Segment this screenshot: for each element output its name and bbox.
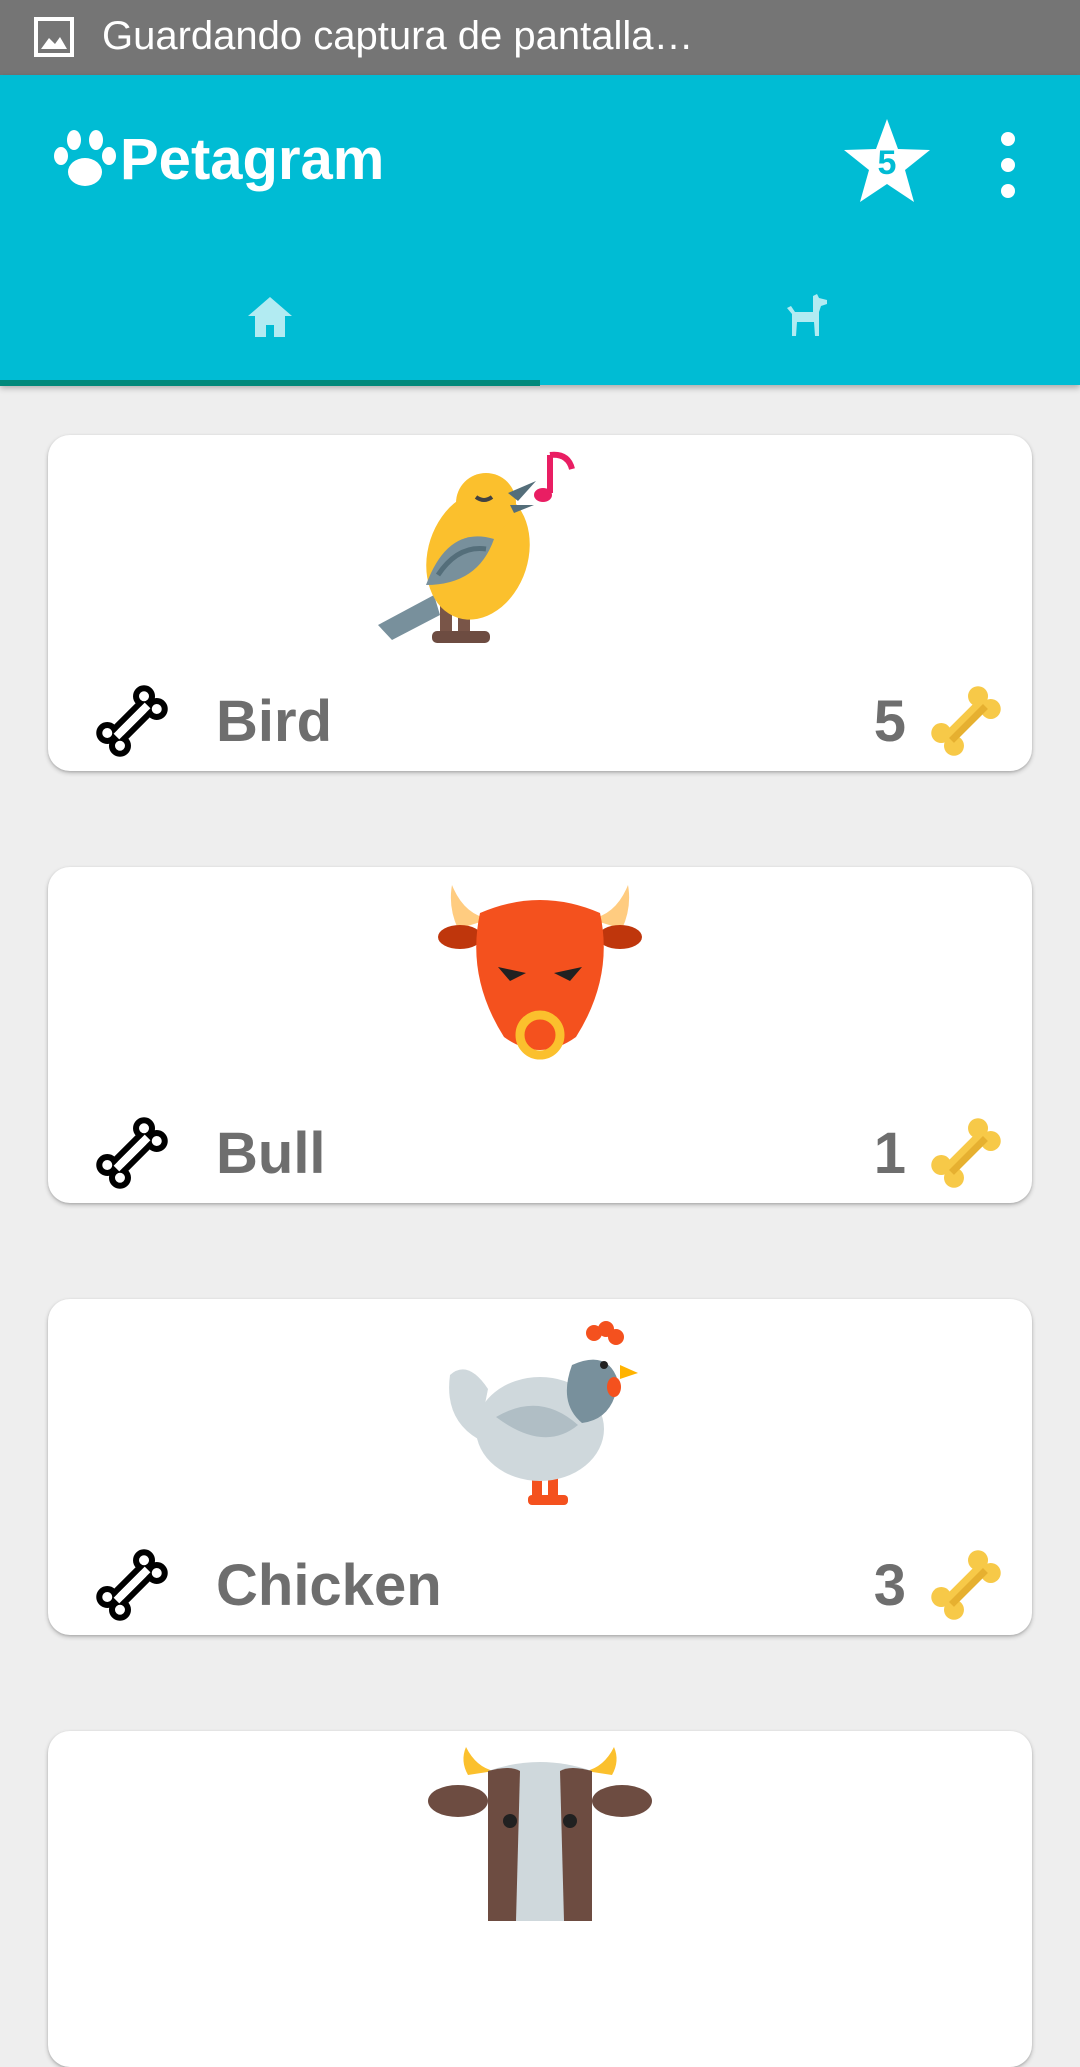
like-bone-button[interactable] [94, 683, 170, 759]
dog-icon [787, 294, 827, 336]
pet-card[interactable]: Chicken 3 [48, 1299, 1032, 1635]
yellow-bone-icon [931, 686, 1001, 756]
pet-image-chicken [48, 1299, 1032, 1519]
like-bone-button[interactable] [94, 1115, 170, 1191]
pet-card[interactable] [48, 1731, 1032, 2067]
home-icon [248, 297, 292, 337]
pet-name: Bird [216, 689, 332, 754]
pet-name: Chicken [216, 1553, 442, 1618]
status-text: Guardando captura de pantalla… [102, 14, 694, 58]
yellow-bone-icon [931, 1550, 1001, 1620]
pet-likes-count: 5 [873, 689, 906, 754]
pet-image-bird [48, 435, 1032, 655]
status-bar: Guardando captura de pantalla… [0, 0, 1080, 75]
pet-image-bull [48, 867, 1032, 1087]
app-bar: Petagram 5 [0, 75, 1080, 386]
image-icon [34, 17, 74, 57]
yellow-bone-icon [931, 1118, 1001, 1188]
pet-card[interactable]: Bird 5 [48, 435, 1032, 771]
pet-likes-count: 3 [873, 1553, 906, 1618]
pet-card[interactable]: Bull 1 [48, 867, 1032, 1203]
tab-home[interactable] [0, 75, 540, 385]
like-bone-button[interactable] [94, 1547, 170, 1623]
tab-my-pet[interactable] [540, 75, 1080, 385]
pet-likes-count: 1 [873, 1121, 906, 1186]
tab-indicator [0, 380, 540, 386]
pet-image-cow [48, 1731, 1032, 1951]
pet-name: Bull [216, 1121, 326, 1186]
